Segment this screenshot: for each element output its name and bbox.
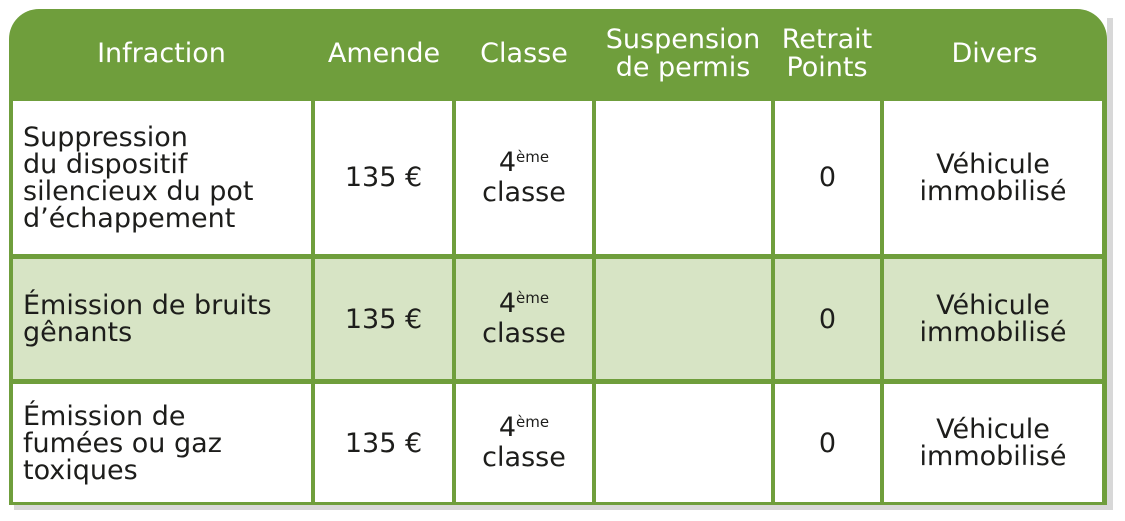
infraction-line: toxiques bbox=[23, 454, 138, 486]
cell-divers: Véhicule immobilisé bbox=[884, 101, 1102, 254]
cell-points: 0 bbox=[775, 259, 880, 379]
divers-line2: immobilisé bbox=[919, 175, 1067, 207]
cell-classe: 4ème classe bbox=[456, 101, 592, 254]
cell-suspension bbox=[596, 101, 771, 254]
classe-suffix: ème bbox=[516, 413, 550, 431]
points-value: 0 bbox=[818, 303, 837, 335]
cell-infraction: Émission de fumées ou gaz toxiques bbox=[13, 384, 311, 502]
header-suspension-line2: de permis bbox=[615, 52, 751, 83]
divers-line1: Véhicule bbox=[936, 290, 1050, 321]
points-value: 0 bbox=[818, 427, 837, 459]
cell-suspension bbox=[596, 384, 771, 502]
table-row: Émission de bruits gênants 135 € 4ème cl… bbox=[9, 259, 1107, 379]
classe-word: classe bbox=[482, 442, 566, 473]
infraction-line: gênants bbox=[23, 317, 133, 348]
classe-number: 4 bbox=[498, 146, 517, 178]
header-infraction: Infraction bbox=[9, 9, 314, 99]
cell-points: 0 bbox=[775, 101, 880, 254]
cell-amende: 135 € bbox=[315, 384, 452, 502]
header-infraction-label: Infraction bbox=[97, 38, 226, 69]
header-retrait-line1: Retrait bbox=[781, 24, 873, 55]
classe-number: 4 bbox=[498, 288, 517, 319]
table-shadow-right bbox=[1107, 18, 1113, 508]
table-shadow-bottom bbox=[14, 505, 1113, 510]
cell-points: 0 bbox=[775, 384, 880, 502]
cell-amende: 135 € bbox=[315, 259, 452, 379]
infraction-line: Émission de bbox=[23, 400, 186, 432]
infraction-line: Émission de bruits bbox=[23, 290, 272, 321]
infraction-line: Suppression bbox=[23, 121, 188, 153]
classe-word: classe bbox=[482, 318, 566, 349]
infraction-line: fumées ou gaz bbox=[23, 427, 222, 459]
classe-word: classe bbox=[482, 176, 566, 208]
header-classe: Classe bbox=[454, 9, 594, 99]
fines-table-figure: Infraction Amende Classe Suspension de p… bbox=[0, 0, 1125, 521]
table-row: Suppression du dispositif silencieux du … bbox=[9, 101, 1107, 254]
cell-divers: Véhicule immobilisé bbox=[884, 259, 1102, 379]
divers-line1: Véhicule bbox=[936, 148, 1050, 180]
infraction-line: silencieux du pot bbox=[23, 175, 254, 207]
classe-suffix: ème bbox=[516, 147, 550, 166]
cell-infraction: Émission de bruits gênants bbox=[13, 259, 311, 379]
cell-classe: 4ème classe bbox=[456, 259, 592, 379]
header-divers: Divers bbox=[882, 9, 1107, 99]
cell-divers: Véhicule immobilisé bbox=[884, 384, 1102, 502]
cell-classe: 4ème classe bbox=[456, 384, 592, 502]
infraction-line: d’échappement bbox=[23, 202, 236, 234]
header-divers-label: Divers bbox=[951, 38, 1038, 69]
amende-value: 135 € bbox=[344, 303, 423, 335]
amende-value: 135 € bbox=[344, 162, 423, 193]
classe-number: 4 bbox=[498, 412, 517, 443]
cell-amende: 135 € bbox=[315, 101, 452, 254]
amende-value: 135 € bbox=[344, 427, 423, 459]
header-amende: Amende bbox=[314, 9, 454, 99]
points-value: 0 bbox=[818, 162, 837, 193]
header-classe-label: Classe bbox=[480, 38, 568, 69]
header-suspension-line1: Suspension bbox=[605, 24, 761, 55]
divers-line2: immobilisé bbox=[919, 441, 1067, 472]
fines-table: Infraction Amende Classe Suspension de p… bbox=[9, 9, 1107, 505]
header-amende-label: Amende bbox=[327, 38, 441, 69]
header-suspension: Suspension de permis bbox=[594, 9, 772, 99]
divers-line2: immobilisé bbox=[919, 317, 1067, 348]
header-retrait-line2: Points bbox=[786, 52, 868, 83]
divers-line1: Véhicule bbox=[936, 414, 1050, 445]
table-header: Infraction Amende Classe Suspension de p… bbox=[9, 9, 1107, 99]
classe-suffix: ème bbox=[516, 289, 550, 307]
cell-infraction: Suppression du dispositif silencieux du … bbox=[13, 101, 311, 254]
cell-suspension bbox=[596, 259, 771, 379]
table-row: Émission de fumées ou gaz toxiques 135 €… bbox=[9, 384, 1107, 502]
infraction-line: du dispositif bbox=[23, 148, 188, 180]
header-retrait-points: Retrait Points bbox=[772, 9, 882, 99]
